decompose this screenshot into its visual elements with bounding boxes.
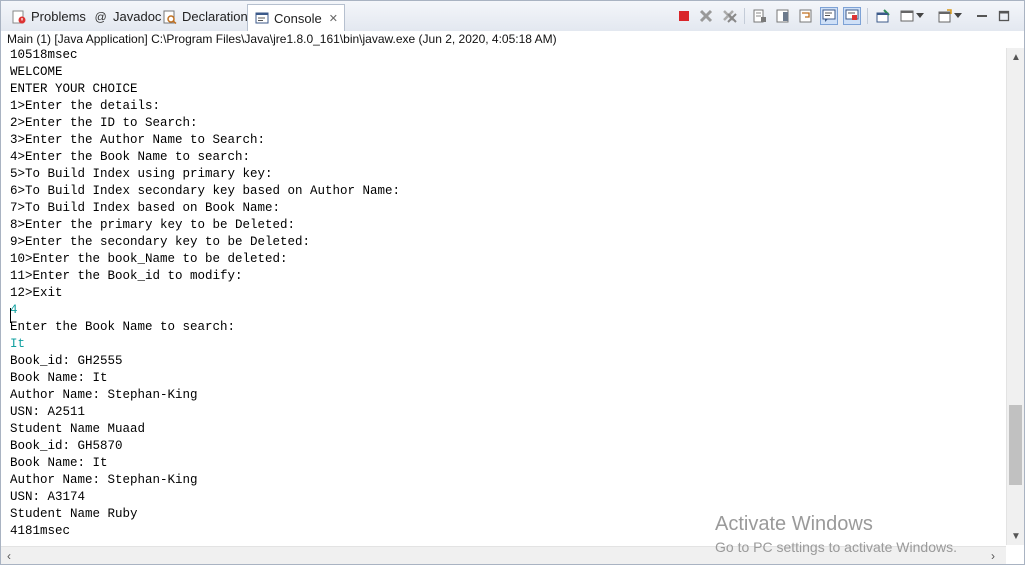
console-output-line: 3>Enter the Author Name to Search:	[10, 133, 266, 147]
tab-problems-label: Problems	[31, 9, 86, 24]
clear-console-icon[interactable]	[751, 7, 769, 25]
console-output-line: Book Name: It	[10, 371, 108, 385]
activation-watermark-title: Activate Windows	[715, 513, 873, 535]
tab-declaration[interactable]: Declaration	[156, 4, 254, 29]
console-output-line: USN: A3174	[10, 490, 86, 504]
remove-all-terminated-icon[interactable]	[720, 7, 738, 25]
scroll-right-icon[interactable]: ›	[991, 549, 995, 563]
close-icon[interactable]: ✕	[329, 12, 338, 25]
view-tab-bar: Problems @ Javadoc Declaration Console ✕	[1, 1, 1024, 32]
activation-watermark-subtitle: Go to PC settings to activate Windows.	[715, 539, 957, 555]
console-output-line: Student Name Ruby	[10, 507, 138, 521]
console-icon	[254, 11, 269, 26]
console-output-line: 12>Exit	[10, 286, 63, 300]
scroll-left-icon[interactable]: ‹	[7, 549, 11, 563]
terminate-icon[interactable]	[675, 7, 693, 25]
text-caret	[10, 308, 11, 323]
problems-icon	[11, 9, 26, 24]
open-console-icon[interactable]	[936, 7, 954, 25]
console-output-line: USN: A2511	[10, 405, 86, 419]
console-output-line: Author Name: Stephan-King	[10, 388, 198, 402]
console-output-line: 1>Enter the details:	[10, 99, 161, 113]
console-output-line: 11>Enter the Book_id to modify:	[10, 269, 243, 283]
console-output-line: 4181msec	[10, 524, 71, 538]
console-output-line: 6>To Build Index secondary key based on …	[10, 184, 401, 198]
vertical-scroll-thumb[interactable]	[1009, 405, 1022, 485]
scroll-lock-icon[interactable]	[774, 7, 792, 25]
toolbar-separator	[744, 8, 745, 24]
console-output-line: 5>To Build Index using primary key:	[10, 167, 273, 181]
tab-declaration-label: Declaration	[182, 9, 248, 24]
declaration-icon	[162, 9, 177, 24]
show-on-stdout-icon[interactable]	[820, 7, 838, 25]
display-selected-console-icon[interactable]	[898, 7, 916, 25]
console-output-line: 9>Enter the secondary key to be Deleted:	[10, 235, 311, 249]
console-output-line: Book_id: GH2555	[10, 354, 123, 368]
console-output-line: Enter the Book Name to search:	[10, 320, 236, 334]
remove-launch-icon[interactable]	[697, 7, 715, 25]
console-output-line: 8>Enter the primary key to be Deleted:	[10, 218, 296, 232]
show-on-stderr-icon[interactable]	[843, 7, 861, 25]
minimize-icon[interactable]	[973, 7, 991, 25]
console-output-line: 2>Enter the ID to Search:	[10, 116, 198, 130]
toolbar-separator	[867, 8, 868, 24]
console-output-line: Book Name: It	[10, 456, 108, 470]
console-output-line: WELCOME	[10, 65, 63, 79]
chevron-down-icon[interactable]	[915, 7, 925, 25]
maximize-icon[interactable]	[995, 7, 1013, 25]
console-output-line: 4>Enter the Book Name to search:	[10, 150, 251, 164]
chevron-down-icon[interactable]	[953, 7, 963, 25]
pin-console-icon[interactable]	[874, 7, 892, 25]
console-output-line: 7>To Build Index based on Book Name:	[10, 201, 281, 215]
console-output-line: 10>Enter the book_Name to be deleted:	[10, 252, 288, 266]
vertical-scrollbar[interactable]: ▲ ▼	[1006, 48, 1024, 545]
word-wrap-icon[interactable]	[797, 7, 815, 25]
console-output[interactable]: 10518msec WELCOME ENTER YOUR CHOICE 1>Enter…	[1, 48, 1006, 546]
tab-problems[interactable]: Problems	[5, 4, 92, 29]
tab-console-label: Console	[274, 10, 322, 26]
at-icon: @	[94, 9, 107, 24]
scroll-down-icon[interactable]: ▼	[1011, 531, 1021, 542]
console-output-line: ENTER YOUR CHOICE	[10, 82, 138, 96]
scroll-up-icon[interactable]: ▲	[1011, 52, 1021, 63]
console-input-line: It	[10, 337, 26, 351]
console-output-line: Author Name: Stephan-King	[10, 473, 198, 487]
console-input-line: 4	[10, 303, 18, 317]
console-description: Main (1) [Java Application] C:\Program F…	[1, 31, 1024, 48]
console-output-line: Student Name Muaad	[10, 422, 146, 436]
console-view: Problems @ Javadoc Declaration Console ✕	[0, 0, 1025, 565]
console-output-line: Book_id: GH5870	[10, 439, 123, 453]
tab-javadoc-label: Javadoc	[113, 9, 162, 24]
tab-console[interactable]: Console ✕	[247, 4, 345, 31]
console-output-line: 10518msec	[10, 48, 78, 62]
